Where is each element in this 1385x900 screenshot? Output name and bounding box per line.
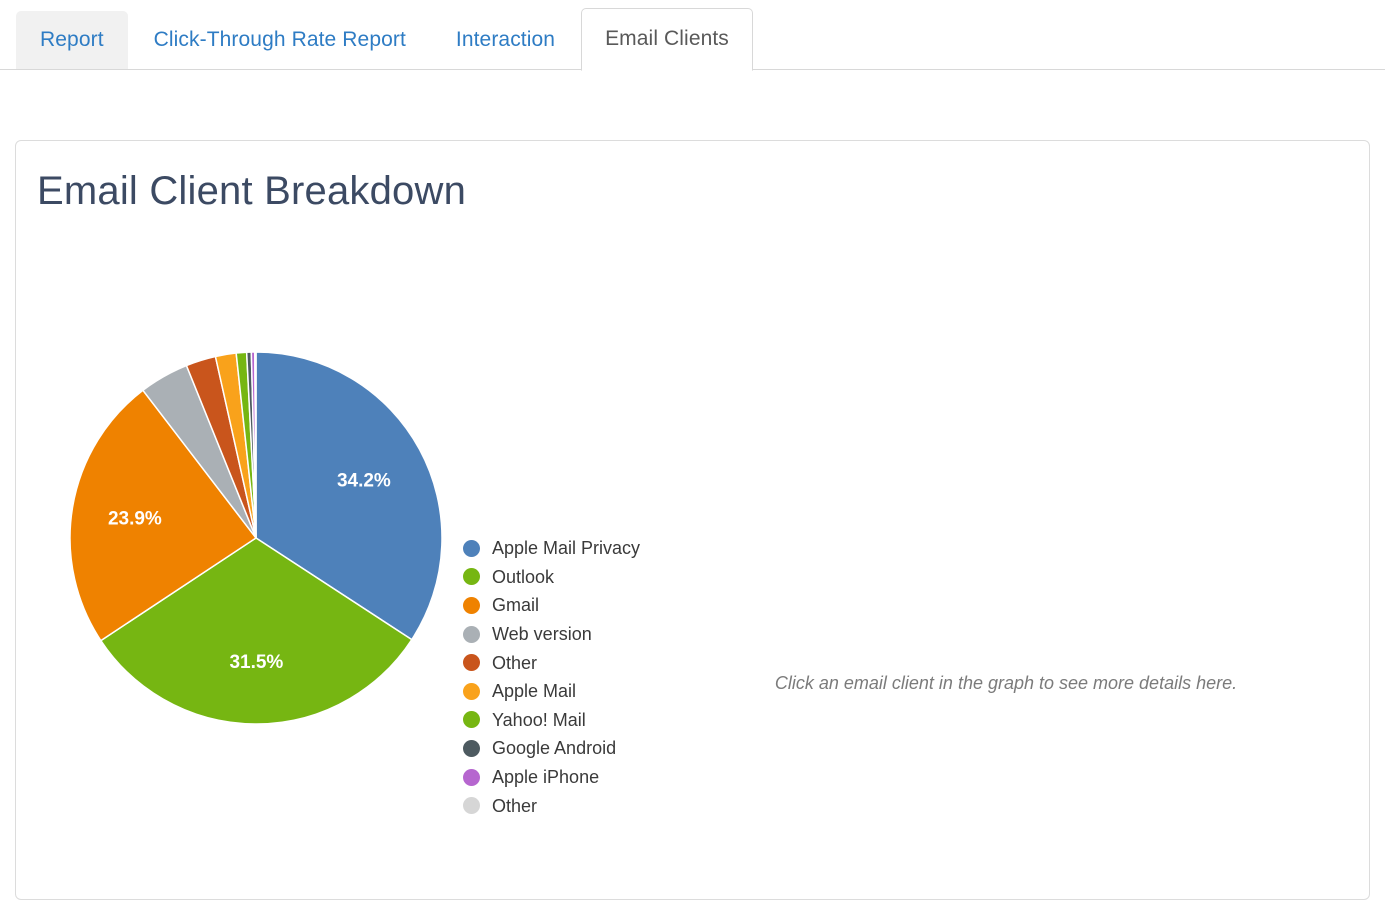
legend-item-label: Other bbox=[492, 652, 538, 673]
tab-email-clients[interactable]: Email Clients bbox=[581, 8, 753, 71]
chart-area: 34.2% 31.5% 23.9% Apple Mail Privacy Outloo… bbox=[16, 291, 1371, 851]
legend-color-swatch bbox=[463, 711, 480, 729]
legend-color-swatch bbox=[463, 654, 480, 672]
legend-item-label: Apple iPhone bbox=[492, 767, 600, 788]
legend-item-label: Gmail bbox=[492, 595, 540, 616]
tab-bar: Report Click-Through Rate Report Interac… bbox=[0, 0, 1385, 71]
pie-slice-label: 34.2% bbox=[337, 471, 391, 492]
legend-item-label: Google Android bbox=[492, 738, 617, 759]
legend-item[interactable]: Apple iPhone bbox=[463, 763, 723, 792]
legend-item[interactable]: Web version bbox=[463, 620, 723, 649]
pie-chart[interactable]: 34.2% 31.5% 23.9% bbox=[66, 348, 446, 728]
legend-color-swatch bbox=[463, 682, 480, 700]
legend-item-label: Web version bbox=[492, 624, 592, 645]
pie-slice-label: 23.9% bbox=[108, 509, 162, 530]
legend-item-label: Apple Mail bbox=[492, 681, 577, 702]
legend-item[interactable]: Google Android bbox=[463, 734, 723, 763]
legend-color-swatch bbox=[463, 797, 480, 815]
legend-item[interactable]: Yahoo! Mail bbox=[463, 706, 723, 735]
legend-color-swatch bbox=[463, 739, 480, 757]
legend-item-label: Apple Mail Privacy bbox=[492, 538, 641, 559]
tab-list: Report Click-Through Rate Report Interac… bbox=[16, 8, 755, 71]
legend-color-swatch bbox=[463, 625, 480, 643]
legend-item-label: Other bbox=[492, 795, 538, 816]
legend-item-label: Yahoo! Mail bbox=[492, 709, 586, 730]
tab-report[interactable]: Report bbox=[16, 11, 128, 70]
legend-color-swatch bbox=[463, 568, 480, 586]
legend-color-swatch bbox=[463, 539, 480, 557]
tab-interaction[interactable]: Interaction bbox=[432, 11, 579, 70]
legend-item[interactable]: Outlook bbox=[463, 563, 723, 592]
email-client-breakdown-card: Email Client Breakdown 34.2% 31.5% 23.9% A… bbox=[15, 140, 1370, 900]
detail-placeholder-text: Click an email client in the graph to se… bbox=[774, 673, 1238, 693]
legend-color-swatch bbox=[463, 596, 480, 614]
pie-chart-svg[interactable]: 34.2% 31.5% 23.9% bbox=[66, 348, 446, 728]
legend-item-label: Outlook bbox=[492, 566, 555, 587]
pie-slice-label: 31.5% bbox=[229, 652, 283, 673]
legend-item[interactable]: Gmail bbox=[463, 591, 723, 620]
legend-color-swatch bbox=[463, 768, 480, 786]
page-title: Email Client Breakdown bbox=[37, 169, 467, 213]
legend-item[interactable]: Apple Mail Privacy bbox=[463, 534, 723, 563]
tab-click-through-rate-report[interactable]: Click-Through Rate Report bbox=[130, 11, 430, 70]
